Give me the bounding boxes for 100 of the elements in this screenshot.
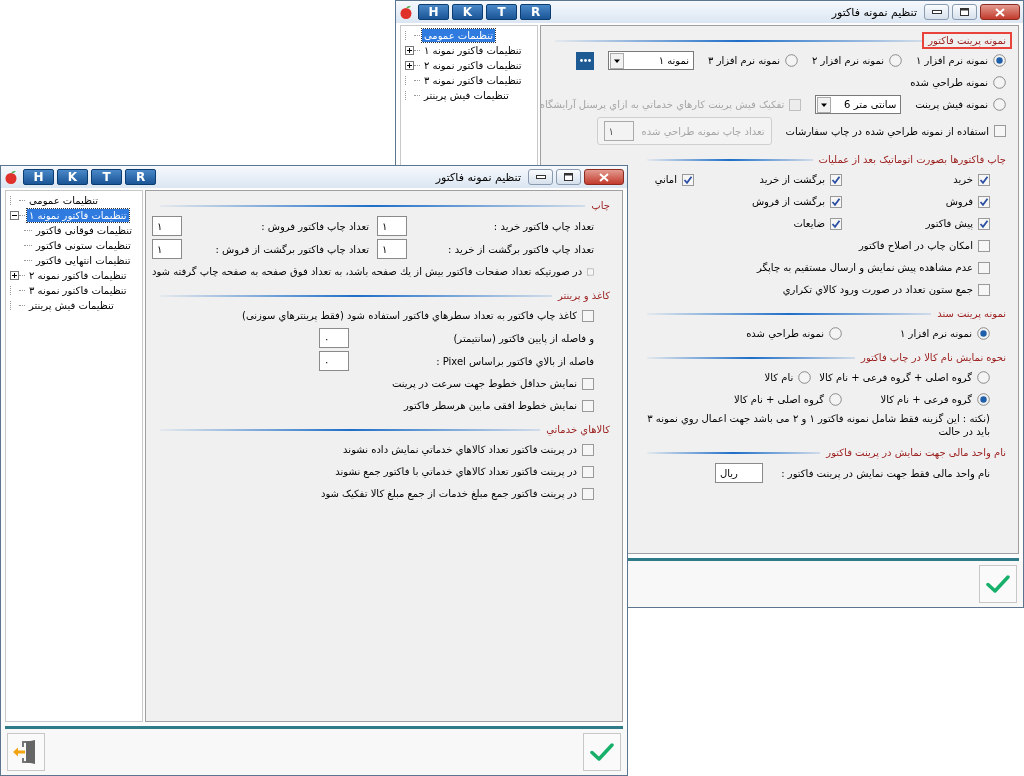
- checkbox[interactable]: فروش: [850, 195, 990, 208]
- input-field[interactable]: ۱: [152, 239, 182, 259]
- radio-icon[interactable]: [993, 54, 1006, 67]
- radio-button[interactable]: گروه اصلی + نام کالا: [734, 393, 842, 406]
- tree-item[interactable]: تنظیمات فاکتور نمونه ۳: [422, 74, 524, 87]
- checkbox-icon[interactable]: [682, 173, 694, 186]
- close-button[interactable]: [584, 169, 624, 185]
- checkbox[interactable]: برگشت از خرید: [702, 173, 842, 186]
- toolbar-button[interactable]: T: [91, 169, 122, 185]
- radio-icon[interactable]: [977, 371, 990, 384]
- radio-icon[interactable]: [993, 76, 1006, 89]
- toolbar-button[interactable]: T: [486, 4, 517, 20]
- checkbox-icon[interactable]: [830, 217, 842, 230]
- toolbar-button[interactable]: R: [125, 169, 156, 185]
- tree-item[interactable]: تنظیمات انتهایی فاکتور: [34, 254, 133, 267]
- checkbox[interactable]: در پرینت فاکتور جمع مبلغ خدمات از جمع مبلغ کالا تفکیک شود: [320, 487, 594, 500]
- input-field[interactable]: ۰: [319, 351, 349, 371]
- plus-icon[interactable]: [10, 271, 19, 280]
- checkbox[interactable]: عدم مشاهده پیش نمایش و ارسال مستقیم به چاپگر: [757, 261, 990, 274]
- tree-item[interactable]: تنظیمات فاکتور نمونه ۲: [27, 269, 129, 282]
- checkbox-icon[interactable]: [978, 283, 990, 296]
- toolbar-button[interactable]: K: [452, 4, 483, 20]
- checkbox[interactable]: نمایش خطوط افقی مابین هرسطر فاکتور: [403, 399, 594, 412]
- checkbox-icon[interactable]: [978, 173, 990, 186]
- checkbox-icon[interactable]: [830, 195, 842, 208]
- toolbar-button[interactable]: K: [57, 169, 88, 185]
- confirm-button[interactable]: [979, 565, 1017, 603]
- tree-item[interactable]: تنظیمات فاکتور نمونه ۱: [422, 44, 524, 57]
- toolbar-button[interactable]: H: [418, 4, 449, 20]
- plus-icon[interactable]: [405, 46, 414, 55]
- minimize-button[interactable]: [528, 169, 553, 185]
- more-button[interactable]: [576, 51, 595, 70]
- checkbox[interactable]: کاغذ چاپ فاکتور به تعداد سطرهاي فاکتور استفاده شود (فقط پرینترهاي سوزنی): [242, 309, 594, 322]
- checkbox[interactable]: در صورتیکه تعداد صفحات فاکتور بیش از يك صفحه باشد، به تعداد فوق صفحه به صفحه چاپ گرفته شود: [152, 265, 594, 278]
- dropdown[interactable]: نمونه ۱: [608, 51, 695, 70]
- radio-button[interactable]: نمونه نرم افزار ۲: [812, 54, 903, 67]
- plus-icon[interactable]: [405, 61, 414, 70]
- tree-item[interactable]: تنظیمات فاکتور نمونه ۱: [27, 209, 129, 222]
- checkbox-icon[interactable]: [978, 217, 990, 230]
- radio-button[interactable]: نمونه طراحي شده: [910, 76, 1006, 89]
- radio-icon[interactable]: [977, 393, 990, 406]
- checkbox-icon[interactable]: [582, 465, 594, 478]
- tree-item[interactable]: تنظیمات عمومی: [422, 29, 496, 42]
- checkbox[interactable]: ضایعات: [793, 217, 842, 230]
- checkbox[interactable]: اماني: [654, 173, 694, 186]
- checkbox[interactable]: پیش فاکتور: [850, 217, 990, 230]
- radio-button[interactable]: نمونه نرم افزار ۳: [708, 54, 799, 67]
- radio-button[interactable]: گروه فرعی + نام کالا: [850, 393, 990, 406]
- tree-item[interactable]: تنظیمات ستونی فاکتور: [34, 239, 133, 252]
- radio-button[interactable]: گروه اصلی + گروه فرعی + نام کالا: [819, 371, 990, 384]
- input-field[interactable]: ۰: [319, 328, 349, 348]
- checkbox-icon[interactable]: [994, 125, 1006, 137]
- checkbox-icon[interactable]: [582, 399, 594, 412]
- radio-icon[interactable]: [993, 98, 1006, 111]
- checkbox-icon[interactable]: [978, 261, 990, 274]
- radio-button[interactable]: نمونه طراحي شده: [746, 327, 842, 340]
- checkbox[interactable]: برگشت از فروش: [751, 195, 842, 208]
- checkbox[interactable]: استفاده از نمونه طراحي شده در چاپ سفارشات: [785, 125, 1006, 137]
- checkbox[interactable]: در پرینت فاکتور تعداد کالاهاي خدماتي با فاکتور جمع نشوند: [335, 465, 594, 478]
- minimize-button[interactable]: [924, 4, 949, 20]
- radio-icon[interactable]: [829, 393, 842, 406]
- checkbox[interactable]: جمع ستون تعداد در صورت ورود کالاي تکراري: [782, 283, 990, 296]
- toolbar-button[interactable]: H: [23, 169, 54, 185]
- checkbox-icon[interactable]: [582, 377, 594, 390]
- checkbox[interactable]: نمایش حداقل خطوط جهت سرعت در پرینت: [391, 377, 594, 390]
- checkbox[interactable]: خرید: [850, 173, 990, 186]
- tree-item[interactable]: تنظیمات عمومی: [27, 194, 101, 207]
- maximize-button[interactable]: [556, 169, 581, 185]
- tree-item[interactable]: تنظیمات فیش پرینتر: [422, 89, 511, 102]
- checkbox-icon[interactable]: [978, 239, 990, 252]
- tree-item[interactable]: تنظیمات فاکتور نمونه ۳: [27, 284, 129, 297]
- maximize-button[interactable]: [952, 4, 977, 20]
- checkbox-icon[interactable]: [582, 309, 594, 322]
- radio-icon[interactable]: [798, 371, 812, 384]
- tree-item[interactable]: تنظیمات فیش پرینتر: [27, 299, 116, 312]
- input-field[interactable]: ۱: [377, 239, 407, 259]
- radio-icon[interactable]: [977, 327, 990, 340]
- close-button[interactable]: [980, 4, 1020, 20]
- input-field[interactable]: ریال: [715, 463, 763, 483]
- input-field[interactable]: ۱: [152, 216, 182, 236]
- radio-icon[interactable]: [829, 327, 842, 340]
- toolbar-button[interactable]: R: [520, 4, 551, 20]
- radio-icon[interactable]: [889, 54, 903, 67]
- checkbox-icon[interactable]: [587, 265, 594, 278]
- confirm-button[interactable]: [583, 733, 621, 771]
- checkbox-icon[interactable]: [830, 173, 842, 186]
- exit-button[interactable]: [7, 733, 45, 771]
- checkbox-icon[interactable]: [582, 487, 594, 500]
- radio-button[interactable]: نمونه نرم افزار ۱: [916, 54, 1006, 67]
- radio-button[interactable]: نمونه نرم افزار ۱: [850, 327, 990, 340]
- checkbox[interactable]: امکان چاپ در اصلاح فاکتور: [859, 239, 990, 252]
- checkbox[interactable]: در پرینت فاکتور تعداد کالاهاي خدماتي نمایش داده نشوند: [343, 443, 594, 456]
- input-field[interactable]: ۱: [377, 216, 407, 236]
- checkbox-icon[interactable]: [978, 195, 990, 208]
- dropdown[interactable]: سانتی متر 6: [815, 95, 902, 114]
- checkbox-icon[interactable]: [582, 443, 594, 456]
- tree-item[interactable]: تنظیمات فوقانی فاکتور: [34, 224, 135, 237]
- radio-button[interactable]: نمونه فیش پرینت: [915, 98, 1006, 111]
- minus-icon[interactable]: [10, 211, 19, 220]
- radio-icon[interactable]: [785, 54, 799, 67]
